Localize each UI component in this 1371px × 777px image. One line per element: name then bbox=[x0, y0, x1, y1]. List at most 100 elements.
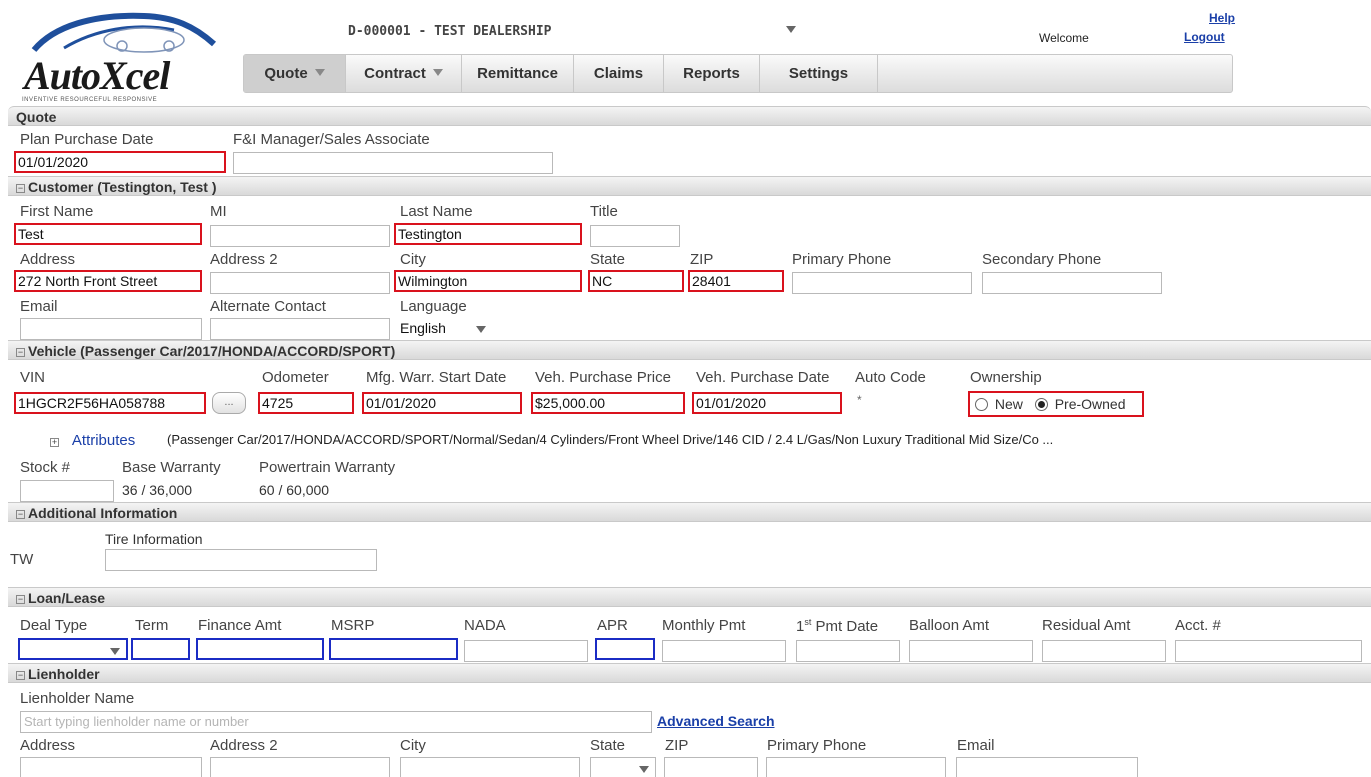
address-label: Address bbox=[20, 251, 76, 268]
zip-input[interactable]: 28401 bbox=[688, 270, 784, 292]
lien-email-input[interactable] bbox=[956, 757, 1138, 777]
mfg-warr-label: Mfg. Warr. Start Date bbox=[366, 369, 507, 386]
customer-section-header[interactable]: − Customer (Testington, Test ) bbox=[8, 176, 1371, 196]
city-input[interactable]: Wilmington bbox=[394, 270, 582, 292]
collapse-icon[interactable]: − bbox=[16, 510, 25, 519]
lienholder-section-header[interactable]: − Lienholder bbox=[8, 663, 1371, 683]
nada-label: NADA bbox=[464, 617, 506, 634]
tab-quote[interactable]: Quote bbox=[244, 55, 346, 92]
vin-input[interactable]: 1HGCR2F56HA058788 bbox=[14, 392, 206, 414]
apr-label: APR bbox=[597, 617, 628, 634]
first-name-input[interactable]: Test bbox=[14, 223, 202, 245]
lien-address-label: Address bbox=[20, 737, 76, 754]
purchase-price-input[interactable]: $25,000.00 bbox=[531, 392, 685, 414]
advanced-search-link[interactable]: Advanced Search bbox=[657, 713, 775, 729]
dealer-selector[interactable]: D-000001 - TEST DEALERSHIP bbox=[348, 22, 808, 42]
chevron-down-icon bbox=[110, 648, 120, 655]
collapse-icon[interactable]: − bbox=[16, 184, 25, 193]
lien-phone-input[interactable] bbox=[766, 757, 946, 777]
plan-date-input[interactable]: 01/01/2020 bbox=[14, 151, 226, 173]
residual-amt-input[interactable] bbox=[1042, 640, 1166, 662]
state-select[interactable]: NC bbox=[588, 270, 684, 292]
ownership-preowned-radio[interactable] bbox=[1034, 398, 1048, 411]
lien-city-input[interactable] bbox=[400, 757, 580, 777]
stock-label: Stock # bbox=[20, 459, 71, 476]
tab-remittance[interactable]: Remittance bbox=[462, 55, 574, 92]
last-name-label: Last Name bbox=[400, 203, 473, 220]
language-value: English bbox=[400, 320, 446, 336]
quote-section-header: Quote bbox=[8, 106, 1371, 126]
alt-contact-input[interactable] bbox=[210, 318, 390, 340]
ownership-new-radio[interactable] bbox=[975, 398, 988, 411]
tab-reports[interactable]: Reports bbox=[664, 55, 760, 92]
powertrain-warranty-value: 60 / 60,000 bbox=[259, 482, 330, 498]
collapse-icon[interactable]: − bbox=[16, 671, 25, 680]
lien-address-input[interactable] bbox=[20, 757, 202, 777]
tire-info-input[interactable] bbox=[105, 549, 377, 571]
tab-settings[interactable]: Settings bbox=[760, 55, 878, 92]
collapse-icon[interactable]: − bbox=[16, 348, 25, 357]
attributes-expand[interactable]: + Attributes bbox=[50, 432, 135, 449]
address2-input[interactable] bbox=[210, 272, 390, 294]
monthly-pmt-label: Monthly Pmt bbox=[662, 617, 746, 634]
vin-label: VIN bbox=[20, 369, 46, 386]
tab-contract[interactable]: Contract bbox=[346, 55, 462, 92]
primary-phone-input[interactable] bbox=[792, 272, 972, 294]
alt-contact-label: Alternate Contact bbox=[210, 298, 326, 315]
expand-icon[interactable]: + bbox=[50, 438, 59, 447]
purchase-date-input[interactable]: 01/01/2020 bbox=[692, 392, 842, 414]
monthly-pmt-input[interactable] bbox=[662, 640, 786, 662]
language-select[interactable]: English bbox=[400, 320, 490, 340]
acct-input[interactable] bbox=[1175, 640, 1362, 662]
lien-email-label: Email bbox=[957, 737, 995, 754]
mfg-warr-input[interactable]: 01/01/2020 bbox=[362, 392, 522, 414]
attributes-link[interactable]: Attributes bbox=[72, 432, 135, 449]
first-name-label: First Name bbox=[20, 203, 94, 220]
msrp-input[interactable] bbox=[329, 638, 458, 660]
email-label: Email bbox=[20, 298, 58, 315]
vehicle-section-header[interactable]: − Vehicle (Passenger Car/2017/HONDA/ACCOR… bbox=[8, 340, 1371, 360]
email-input[interactable] bbox=[20, 318, 202, 340]
lien-address2-input[interactable] bbox=[210, 757, 390, 777]
odometer-input[interactable]: 4725 bbox=[258, 392, 354, 414]
help-link[interactable]: Help bbox=[1209, 11, 1235, 25]
balloon-amt-input[interactable] bbox=[909, 640, 1033, 662]
term-input[interactable] bbox=[131, 638, 190, 660]
base-warranty-label: Base Warranty bbox=[122, 459, 221, 476]
deal-type-select[interactable] bbox=[18, 638, 128, 660]
logout-link[interactable]: Logout bbox=[1184, 30, 1225, 44]
additional-section-header[interactable]: − Additional Information bbox=[8, 502, 1371, 522]
ownership-preowned-label[interactable]: Pre-Owned bbox=[1055, 396, 1126, 412]
stock-input[interactable] bbox=[20, 480, 114, 502]
tire-info-label: Tire Information bbox=[105, 531, 203, 547]
powertrain-warranty-label: Powertrain Warranty bbox=[259, 459, 396, 476]
title-select[interactable] bbox=[590, 225, 680, 247]
finance-amt-label: Finance Amt bbox=[198, 617, 282, 634]
apr-input[interactable] bbox=[595, 638, 655, 660]
manager-select[interactable] bbox=[233, 152, 553, 174]
deal-type-label: Deal Type bbox=[20, 617, 88, 634]
first-pmt-date-input[interactable] bbox=[796, 640, 900, 662]
ownership-new-label[interactable]: New bbox=[995, 396, 1023, 412]
lien-state-label: State bbox=[590, 737, 626, 754]
title-label: Title bbox=[590, 203, 618, 220]
nada-input[interactable] bbox=[464, 640, 588, 662]
loan-section-header[interactable]: − Loan/Lease bbox=[8, 587, 1371, 607]
chevron-down-icon[interactable] bbox=[786, 26, 796, 33]
odometer-label: Odometer bbox=[262, 369, 329, 386]
finance-amt-input[interactable] bbox=[196, 638, 324, 660]
secondary-phone-input[interactable] bbox=[982, 272, 1162, 294]
vin-lookup-button[interactable]: ... bbox=[212, 392, 246, 414]
tab-claims[interactable]: Claims bbox=[574, 55, 664, 92]
last-name-input[interactable]: Testington bbox=[394, 223, 582, 245]
main-nav: Quote Contract Remittance Claims Reports… bbox=[243, 54, 1233, 93]
lien-state-select[interactable] bbox=[590, 757, 656, 777]
chevron-down-icon bbox=[432, 69, 443, 76]
manager-label: F&I Manager/Sales Associate bbox=[233, 131, 430, 148]
mi-input[interactable] bbox=[210, 225, 390, 247]
chevron-down-icon bbox=[476, 326, 486, 333]
collapse-icon[interactable]: − bbox=[16, 595, 25, 604]
address-input[interactable]: 272 North Front Street bbox=[14, 270, 202, 292]
lien-zip-input[interactable] bbox=[664, 757, 758, 777]
lienholder-name-input[interactable]: Start typing lienholder name or number bbox=[20, 711, 652, 733]
